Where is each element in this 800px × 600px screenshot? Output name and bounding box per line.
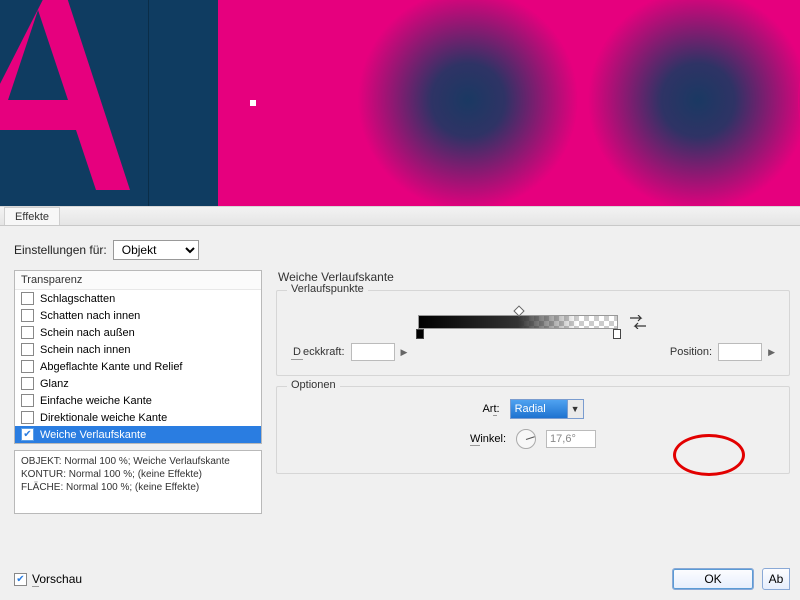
angle-dial[interactable] xyxy=(516,429,536,449)
effect-label: Schatten nach innen xyxy=(40,310,140,322)
winkel-label: Winkel: xyxy=(470,433,506,445)
effect-checkbox[interactable] xyxy=(21,343,34,356)
effect-row: Schatten nach innen xyxy=(15,307,261,324)
gradient-group: Verlaufspunkte Deckkraft: ▶ xyxy=(276,290,790,376)
dialog-titlebar: Effekte xyxy=(0,206,800,226)
effect-checkbox[interactable] xyxy=(21,326,34,339)
effect-label: Schlagschatten xyxy=(40,293,115,305)
effect-row: Abgeflachte Kante und Relief xyxy=(15,358,261,375)
effect-label: Schein nach außen xyxy=(40,327,135,339)
position-input[interactable] xyxy=(718,343,762,361)
art-value: Radial xyxy=(515,403,546,415)
artboard-left xyxy=(0,0,218,206)
panel-title: Weiche Verlaufskante xyxy=(278,270,790,284)
effect-row: Schlagschatten xyxy=(15,290,261,307)
artboard-preview xyxy=(0,0,800,206)
effect-row-selected: Weiche Verlaufskante xyxy=(15,426,261,443)
deckkraft-label: Deckkraft: xyxy=(291,346,345,358)
chevron-down-icon: ▼ xyxy=(567,400,583,418)
position-label: Position: xyxy=(670,346,712,358)
deckkraft-input[interactable] xyxy=(351,343,395,361)
settings-for-select[interactable]: Objekt xyxy=(113,240,199,260)
selection-handle[interactable] xyxy=(250,100,256,106)
effect-checkbox[interactable] xyxy=(21,309,34,322)
effect-row: Direktionale weiche Kante xyxy=(15,409,261,426)
transparenz-header: Transparenz xyxy=(15,271,261,290)
reverse-gradient-icon[interactable] xyxy=(628,313,648,331)
dialog-tab-effekte[interactable]: Effekte xyxy=(4,207,60,225)
gradient-legend: Verlaufspunkte xyxy=(287,283,368,295)
effect-checkbox[interactable] xyxy=(21,411,34,424)
effect-row: Einfache weiche Kante xyxy=(15,392,261,409)
effect-row: Glanz xyxy=(15,375,261,392)
effect-label: Abgeflachte Kante und Relief xyxy=(40,361,183,373)
effects-listbox[interactable]: Transparenz Schlagschatten Schatten nach… xyxy=(14,270,262,444)
effect-label: Weiche Verlaufskante xyxy=(40,429,146,441)
letter-a-glyph xyxy=(0,0,160,200)
gradient-midpoint[interactable] xyxy=(513,305,524,316)
settings-for-label: Einstellungen für: xyxy=(14,243,107,257)
effect-label: Einfache weiche Kante xyxy=(40,395,152,407)
effect-checkbox[interactable] xyxy=(21,360,34,373)
gradient-stop-left[interactable] xyxy=(416,329,424,339)
cancel-button[interactable]: Ab xyxy=(762,568,790,590)
stepper-icon[interactable]: ▶ xyxy=(768,349,775,356)
effect-checkbox[interactable] xyxy=(21,394,34,407)
effect-label: Glanz xyxy=(40,378,69,390)
winkel-input[interactable] xyxy=(546,430,596,448)
dialog-body: Einstellungen für: Objekt Transparenz Sc… xyxy=(0,226,800,600)
gradient-stop-right[interactable] xyxy=(613,329,621,339)
effect-row: Schein nach außen xyxy=(15,324,261,341)
effect-label: Schein nach innen xyxy=(40,344,131,356)
stepper-icon[interactable]: ▶ xyxy=(401,349,408,356)
effects-summary: OBJEKT: Normal 100 %; Weiche Verlaufskan… xyxy=(14,450,262,514)
art-select[interactable]: Radial ▼ xyxy=(510,399,584,419)
effect-checkbox[interactable] xyxy=(21,428,34,441)
effect-checkbox[interactable] xyxy=(21,377,34,390)
effect-row: Schein nach innen xyxy=(15,341,261,358)
effect-label: Direktionale weiche Kante xyxy=(40,412,167,424)
art-label: Art: xyxy=(482,403,499,415)
gradient-ramp[interactable] xyxy=(418,315,618,329)
effect-checkbox[interactable] xyxy=(21,292,34,305)
options-group: Optionen Art: Radial ▼ Winkel: xyxy=(276,386,790,474)
options-legend: Optionen xyxy=(287,379,340,391)
ok-button[interactable]: OK xyxy=(672,568,754,590)
vorschau-label: Vorschau xyxy=(32,572,82,586)
vorschau-checkbox[interactable] xyxy=(14,573,27,586)
artboard-right xyxy=(218,0,800,206)
